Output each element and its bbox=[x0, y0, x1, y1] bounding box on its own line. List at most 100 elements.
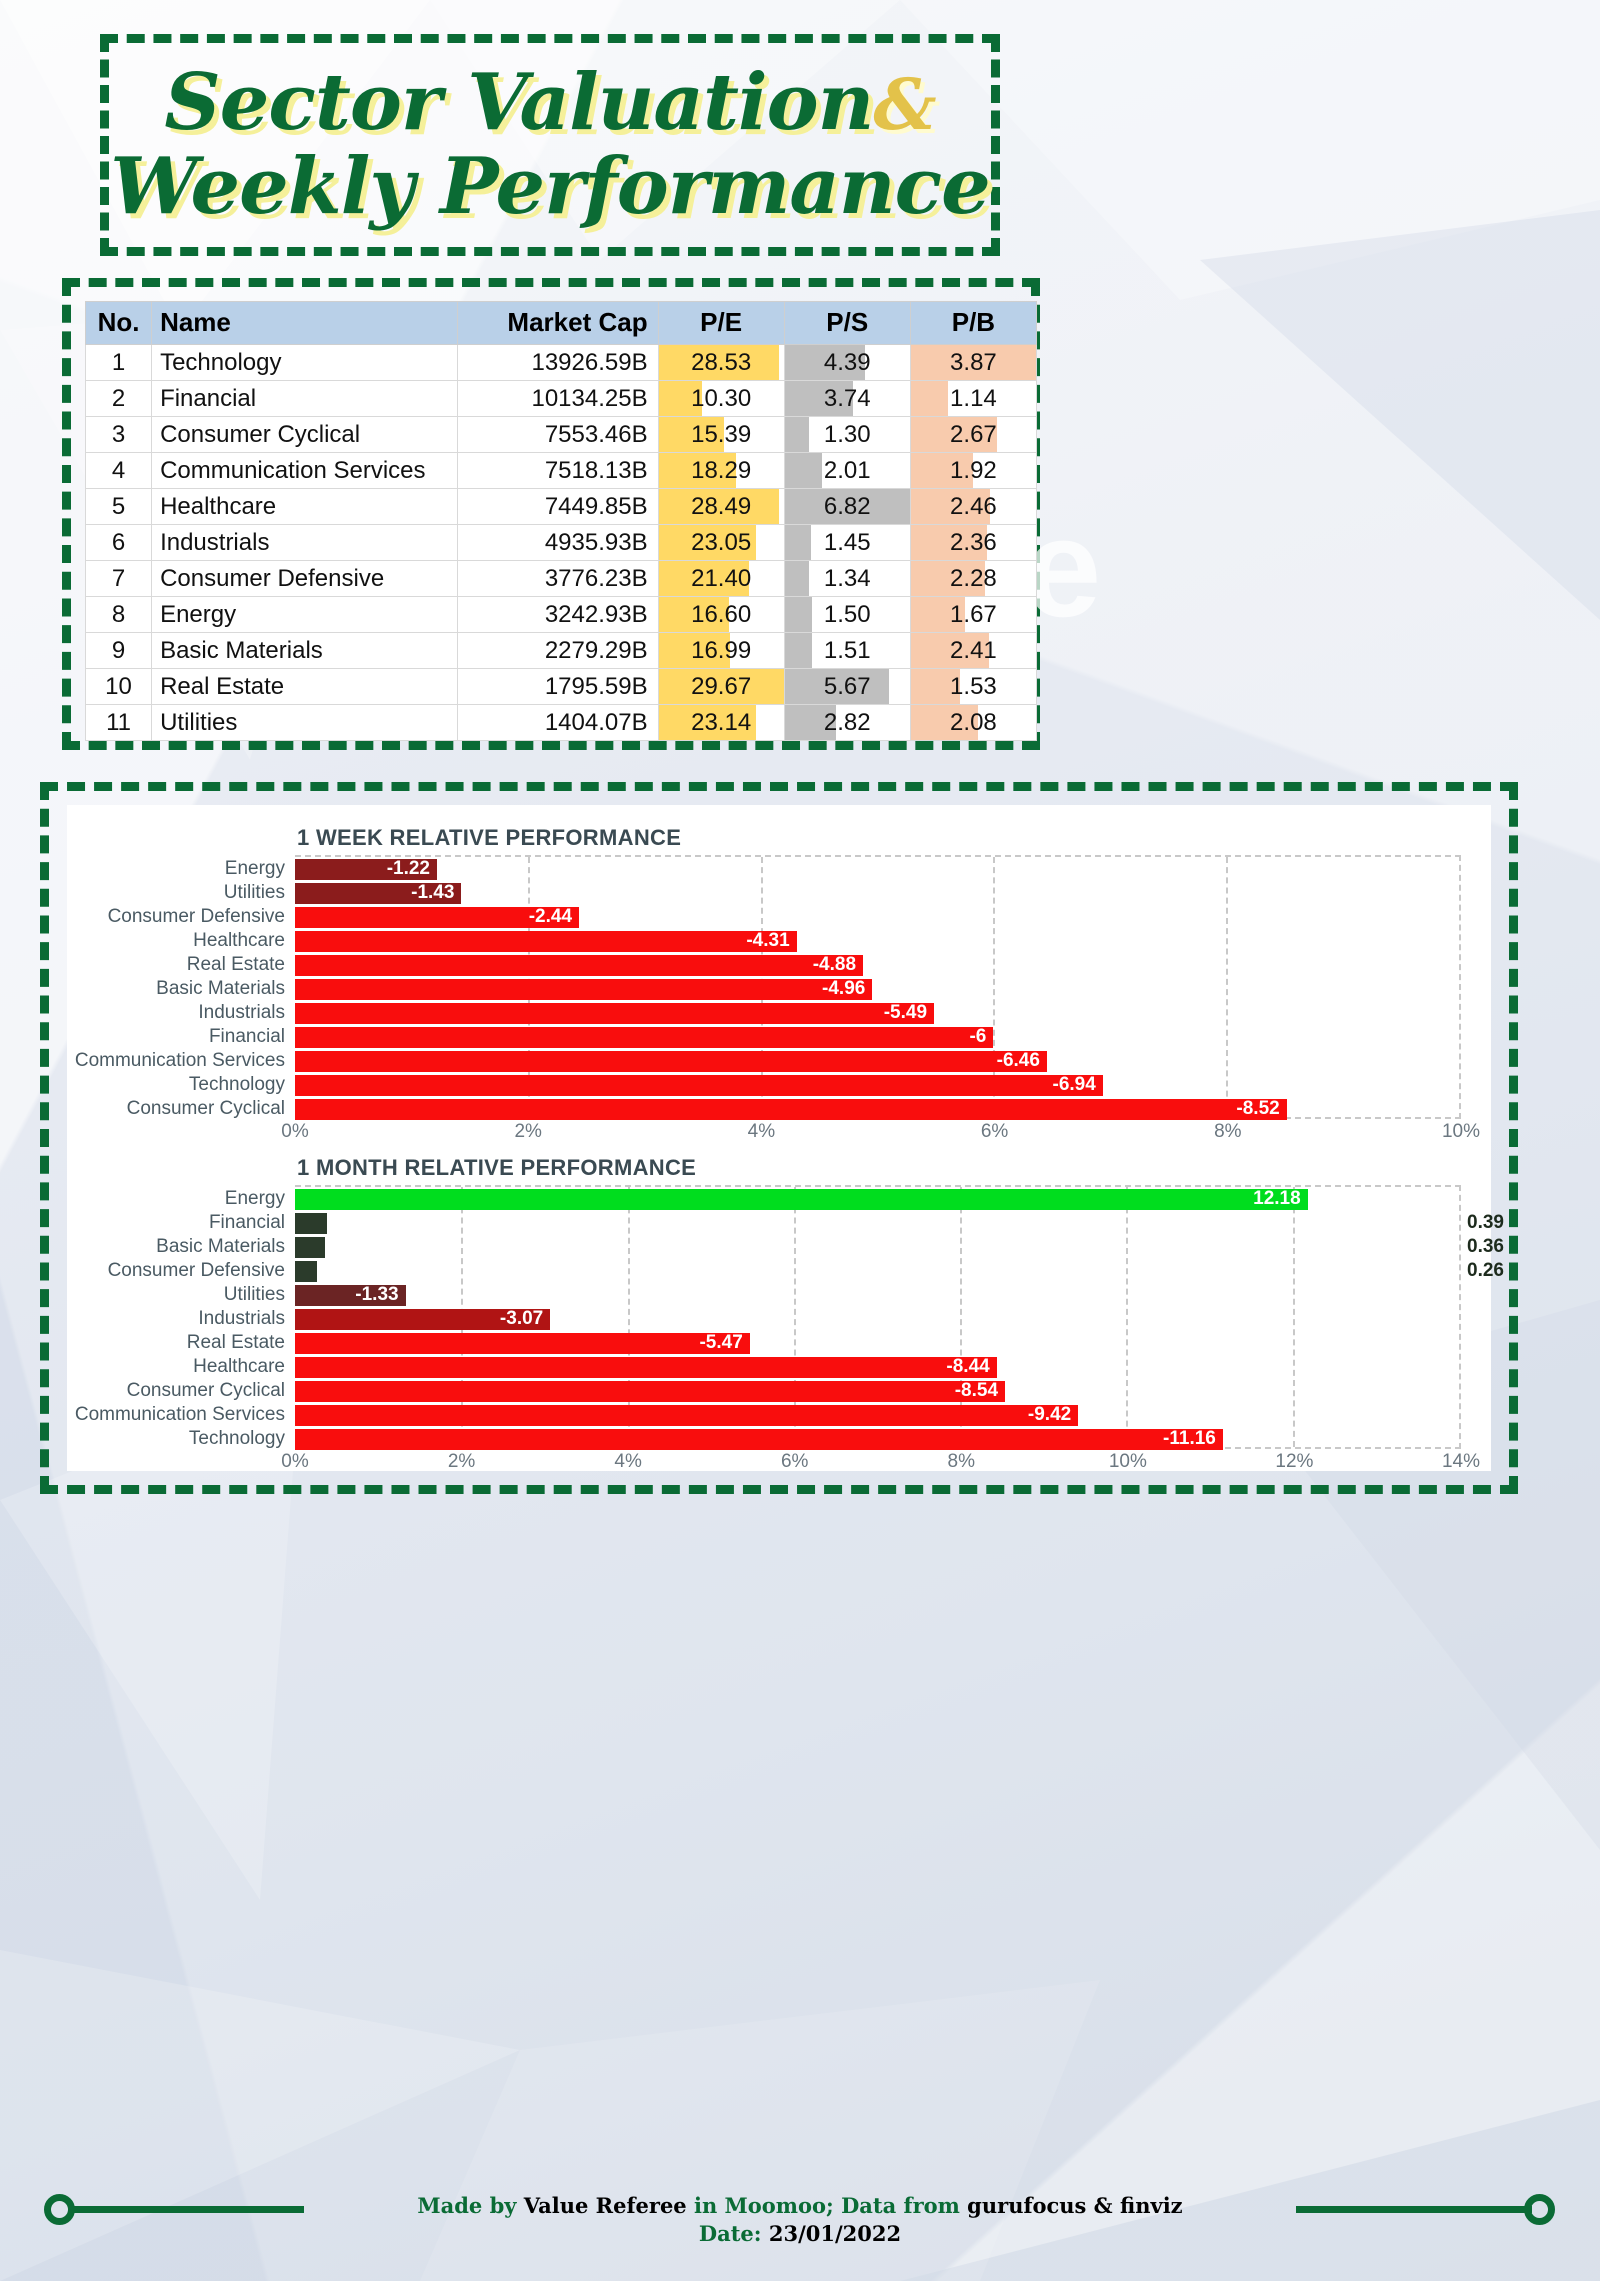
page-title-text-1: Sector Valuation bbox=[164, 57, 874, 149]
cell-ps-data-bar bbox=[784, 597, 813, 632]
chart-category-label: Consumer Cyclical bbox=[126, 1098, 285, 1119]
cell-pe-bar-cell: 10.30 bbox=[658, 381, 784, 416]
chart-category-label: Utilities bbox=[223, 882, 285, 903]
cell-pe-value: 18.29 bbox=[691, 456, 752, 484]
chart-value-label: -5.47 bbox=[699, 1332, 743, 1353]
cell-ps-bar-cell: 1.50 bbox=[784, 597, 910, 632]
cell-pe-value: 23.05 bbox=[691, 528, 752, 556]
chart-bar: -6 bbox=[295, 1026, 994, 1048]
chart-category-label: Basic Materials bbox=[156, 978, 285, 999]
table-row: 9 Basic Materials 2279.29B 16.99 1.51 2.41 bbox=[84, 632, 1038, 669]
chart-x-tick-label: 6% bbox=[780, 1451, 809, 1472]
table-row: 3 Consumer Cyclical 7553.46B 15.39 1.30 2.67 bbox=[84, 416, 1038, 453]
cell-pb-bar-cell: 2.36 bbox=[910, 525, 1036, 560]
chart-bar: -6.46 bbox=[295, 1050, 1047, 1072]
cell-pe-value: 29.67 bbox=[691, 672, 752, 700]
cell-no: 3 bbox=[84, 416, 153, 453]
cell-ps-bar-cell: 5.67 bbox=[784, 669, 910, 704]
charts-canvas: 1 WEEK RELATIVE PERFORMANCE Energy -1.22 Ut… bbox=[67, 805, 1504, 1472]
cell-market-cap: 7518.13B bbox=[457, 452, 659, 489]
chart-category-label: Industrials bbox=[198, 1002, 285, 1023]
chart-category-label: Consumer Cyclical bbox=[126, 1380, 285, 1401]
cell-no: 11 bbox=[84, 704, 153, 741]
chart-category-label: Utilities bbox=[223, 1284, 285, 1305]
chart-bar: -5.47 bbox=[295, 1332, 750, 1354]
cell-no: 6 bbox=[84, 524, 153, 561]
sector-valuation-table: No. Name Market Cap P/E P/S P/B 1 Technol… bbox=[84, 301, 1038, 741]
chart-bar: 0.26 bbox=[295, 1260, 1504, 1282]
cell-ps-value: 3.74 bbox=[823, 384, 871, 412]
cell-pb-value: 2.36 bbox=[950, 528, 997, 556]
cell-pb: 2.67 bbox=[909, 416, 1038, 453]
column-header-pb: P/B bbox=[909, 301, 1038, 345]
cell-ps-bar-cell: 1.45 bbox=[784, 525, 910, 560]
chart-bar: -8.44 bbox=[295, 1356, 997, 1378]
chart-bar-row: Technology -11.16 bbox=[189, 1427, 1459, 1451]
chart-bar: 12.18 bbox=[295, 1188, 1308, 1210]
cell-pe: 28.49 bbox=[657, 488, 785, 525]
cell-pb: 2.36 bbox=[909, 524, 1038, 561]
chart-bar-row: Energy 12.18 bbox=[225, 1187, 1459, 1211]
cell-pb-bar-cell: 1.14 bbox=[910, 381, 1036, 416]
cell-ps-bar-cell: 6.82 bbox=[784, 489, 910, 524]
chart-bar: -4.96 bbox=[295, 978, 873, 1000]
cell-market-cap: 2279.29B bbox=[457, 632, 659, 669]
cell-name: Financial bbox=[151, 380, 459, 417]
chart-bar-row: Energy -1.22 bbox=[225, 857, 1459, 881]
cell-ps: 3.74 bbox=[783, 380, 911, 417]
cell-pb: 2.28 bbox=[909, 560, 1038, 597]
cell-pb: 2.46 bbox=[909, 488, 1038, 525]
cell-pe: 21.40 bbox=[657, 560, 785, 597]
cell-pe-bar-cell: 16.60 bbox=[658, 597, 784, 632]
cell-pb-bar-cell: 1.67 bbox=[910, 597, 1036, 632]
cell-ps-data-bar bbox=[784, 417, 809, 452]
cell-pe-value: 28.49 bbox=[691, 492, 752, 520]
chart-category-label: Communication Services bbox=[74, 1050, 285, 1071]
cell-ps: 6.82 bbox=[783, 488, 911, 525]
chart-category-label: Consumer Defensive bbox=[107, 906, 285, 927]
chart-x-tick-label: 10% bbox=[1441, 1121, 1481, 1142]
chart-bar-row: Healthcare -8.44 bbox=[193, 1355, 1459, 1379]
cell-ps-bar-cell: 1.51 bbox=[784, 633, 910, 668]
cell-market-cap: 10134.25B bbox=[457, 380, 659, 417]
chart-x-tick-label: 2% bbox=[514, 1121, 542, 1142]
chart-bar: -6.94 bbox=[295, 1074, 1103, 1096]
cell-ps: 1.50 bbox=[783, 596, 911, 633]
chart-title: 1 MONTH RELATIVE PERFORMANCE bbox=[297, 1155, 697, 1180]
chart-x-tick-label: 8% bbox=[947, 1451, 976, 1472]
chart-value-label: -4.88 bbox=[812, 954, 857, 975]
page-title-line-2: Weekly Performance bbox=[110, 141, 990, 232]
column-header-market-cap: Market Cap bbox=[457, 301, 659, 345]
cell-market-cap: 1404.07B bbox=[457, 704, 659, 741]
cell-pb-value: 1.14 bbox=[950, 384, 997, 412]
chart-bar: -3.07 bbox=[295, 1308, 551, 1330]
cell-market-cap: 1795.59B bbox=[457, 668, 659, 705]
chart-x-tick-label: 0% bbox=[281, 1121, 309, 1142]
chart-plot-area: Energy -1.22 Utilities -1.43 Consumer Defens… bbox=[75, 855, 1461, 1120]
ampersand-glyph: & bbox=[873, 63, 936, 147]
cell-market-cap: 7449.85B bbox=[457, 488, 659, 525]
chart-category-label: Real Estate bbox=[186, 954, 285, 975]
chart-bar-row: Consumer Cyclical -8.54 bbox=[127, 1379, 1459, 1403]
chart-value-label: -4.96 bbox=[822, 978, 866, 999]
cell-pb-bar-cell: 1.53 bbox=[910, 669, 1036, 704]
chart-value-label: -8.52 bbox=[1236, 1098, 1280, 1119]
sector-valuation-panel: Value Referee No. Name Market Cap P/E P/… bbox=[62, 278, 1101, 750]
chart-value-label: -5.49 bbox=[883, 1002, 928, 1023]
cell-ps-data-bar bbox=[784, 561, 810, 596]
chart-value-label: -9.42 bbox=[1027, 1404, 1072, 1425]
chart-bar: -4.31 bbox=[295, 930, 797, 952]
cell-pe-value: 23.14 bbox=[691, 708, 752, 736]
cell-pe: 16.99 bbox=[657, 632, 785, 669]
chart-bar-row: Communication Services -9.42 bbox=[75, 1403, 1459, 1427]
chart-category-label: Financial bbox=[208, 1026, 285, 1047]
table-row: 4 Communication Services 7518.13B 18.29 2.01… bbox=[84, 452, 1038, 489]
chart-category-label: Healthcare bbox=[193, 1356, 285, 1377]
chart-category-label: Healthcare bbox=[193, 930, 285, 951]
chart-value-label: 12.18 bbox=[1253, 1188, 1301, 1209]
cell-ps-bar-cell: 1.34 bbox=[784, 561, 910, 596]
chart-bar-row: Technology -6.94 bbox=[189, 1073, 1459, 1097]
column-header-name: Name bbox=[151, 301, 459, 345]
table-row: 10 Real Estate 1795.59B 29.67 5.67 1.53 bbox=[84, 668, 1038, 705]
table-row: 6 Industrials 4935.93B 23.05 1.45 2.36 bbox=[84, 524, 1038, 561]
